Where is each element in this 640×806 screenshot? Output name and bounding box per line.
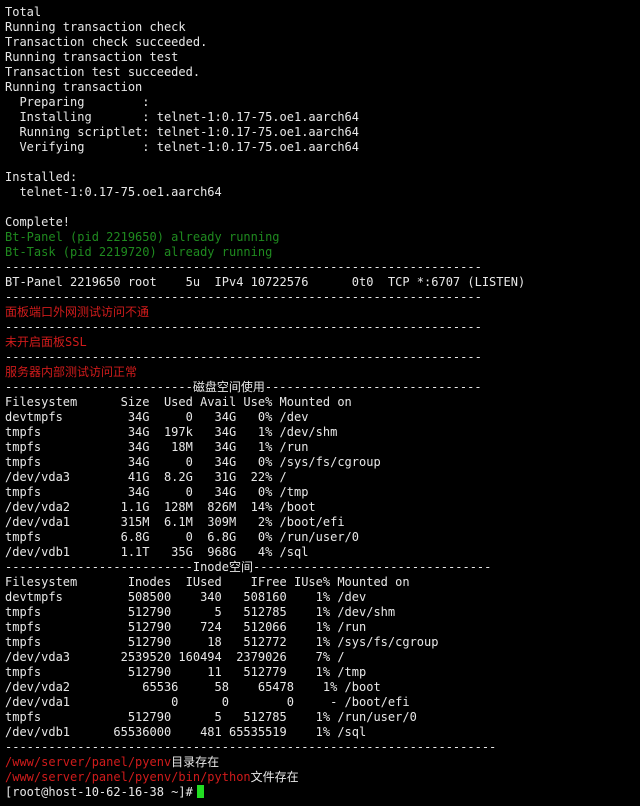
output-line: /dev/vda1 315M 6.1M 309M 2% /boot/efi (5, 515, 345, 529)
terminal-output: Total Running transaction check Transactio… (5, 5, 640, 755)
output-line: /dev/vda3 2539520 160494 2379026 7% / (5, 650, 345, 664)
python-file-path: /www/server/panel/pyenv/bin/python (5, 770, 251, 784)
output-line: devtmpfs 508500 340 508160 1% /dev (5, 590, 367, 604)
output-line: /dev/vda3 41G 8.2G 31G 22% / (5, 470, 287, 484)
output-line: /dev/vda2 65536 58 65478 1% /boot (5, 680, 381, 694)
output-line: /dev/vdb1 1.1T 35G 968G 4% /sql (5, 545, 309, 559)
output-line: Running transaction check (5, 20, 186, 34)
output-line: devtmpfs 34G 0 34G 0% /dev (5, 410, 309, 424)
output-line: Running transaction test (5, 50, 179, 64)
output-line: /dev/vda1 0 0 0 - /boot/efi (5, 695, 410, 709)
output-line: Bt-Panel (pid 2219650) already running (5, 230, 280, 244)
python-file-status: 文件存在 (250, 770, 299, 784)
output-line: Preparing : (5, 95, 150, 109)
output-line: Filesystem Size Used Avail Use% Mounted … (5, 395, 352, 409)
output-line: tmpfs 512790 5 512785 1% /run/user/0 (5, 710, 417, 724)
output-line: Filesystem Inodes IUsed IFree IUse% Moun… (5, 575, 410, 589)
output-line: --------------------------Inode空间-------… (5, 560, 492, 574)
shell-prompt: [root@host-10-62-16-38 ~]# (5, 785, 193, 799)
output-line: Running transaction (5, 80, 143, 94)
output-line: tmpfs 6.8G 0 6.8G 0% /run/user/0 (5, 530, 360, 544)
output-line: ----------------------------------------… (5, 290, 482, 304)
output-line: /dev/vda2 1.1G 128M 826M 14% /boot (5, 500, 316, 514)
output-line: Complete! (5, 215, 71, 229)
output-line: Transaction test succeeded. (5, 65, 201, 79)
pyenv-dir-line: /www/server/panel/pyenv目录存在 (5, 755, 640, 770)
output-line: tmpfs 512790 5 512785 1% /dev/shm (5, 605, 396, 619)
output-line: tmpfs 512790 724 512066 1% /run (5, 620, 367, 634)
output-line: ----------------------------------------… (5, 740, 497, 754)
output-line: Transaction check succeeded. (5, 35, 208, 49)
output-line: tmpfs 512790 18 512772 1% /sys/fs/cgroup (5, 635, 439, 649)
output-line: Installed: (5, 170, 78, 184)
output-line: ----------------------------------------… (5, 350, 482, 364)
output-line: tmpfs 512790 11 512779 1% /tmp (5, 665, 367, 679)
output-line: 服务器内部测试访问正常 (5, 365, 138, 379)
output-line: ----------------------------------------… (5, 260, 482, 274)
output-line: tmpfs 34G 197k 34G 1% /dev/shm (5, 425, 338, 439)
output-line: ----------------------------------------… (5, 320, 482, 334)
output-line: tmpfs 34G 18M 34G 1% /run (5, 440, 309, 454)
output-line: 面板端口外网测试访问不通 (5, 305, 150, 319)
terminal-window[interactable]: Total Running transaction check Transactio… (0, 0, 640, 806)
output-line: Installing : telnet-1:0.17-75.oe1.aarch6… (5, 110, 360, 124)
pyenv-dir-status: 目录存在 (171, 755, 220, 769)
output-line: Total (5, 5, 42, 19)
output-line: telnet-1:0.17-75.oe1.aarch64 (5, 185, 222, 199)
python-file-line: /www/server/panel/pyenv/bin/python文件存在 (5, 770, 640, 785)
output-line: Verifying : telnet-1:0.17-75.oe1.aarch64 (5, 140, 360, 154)
output-line: Bt-Task (pid 2219720) already running (5, 245, 273, 259)
output-line: Running scriptlet: telnet-1:0.17-75.oe1.… (5, 125, 360, 139)
output-line: --------------------------磁盘空间使用--------… (5, 380, 482, 394)
prompt-line[interactable]: [root@host-10-62-16-38 ~]# (5, 785, 640, 800)
output-line: BT-Panel 2219650 root 5u IPv4 10722576 0… (5, 275, 526, 289)
cursor-block[interactable] (196, 785, 204, 798)
pyenv-dir-path: /www/server/panel/pyenv (5, 755, 172, 769)
output-line: tmpfs 34G 0 34G 0% /tmp (5, 485, 309, 499)
output-line: /dev/vdb1 65536000 481 65535519 1% /sql (5, 725, 367, 739)
output-line: 未开启面板SSL (5, 335, 87, 349)
output-line: tmpfs 34G 0 34G 0% /sys/fs/cgroup (5, 455, 381, 469)
